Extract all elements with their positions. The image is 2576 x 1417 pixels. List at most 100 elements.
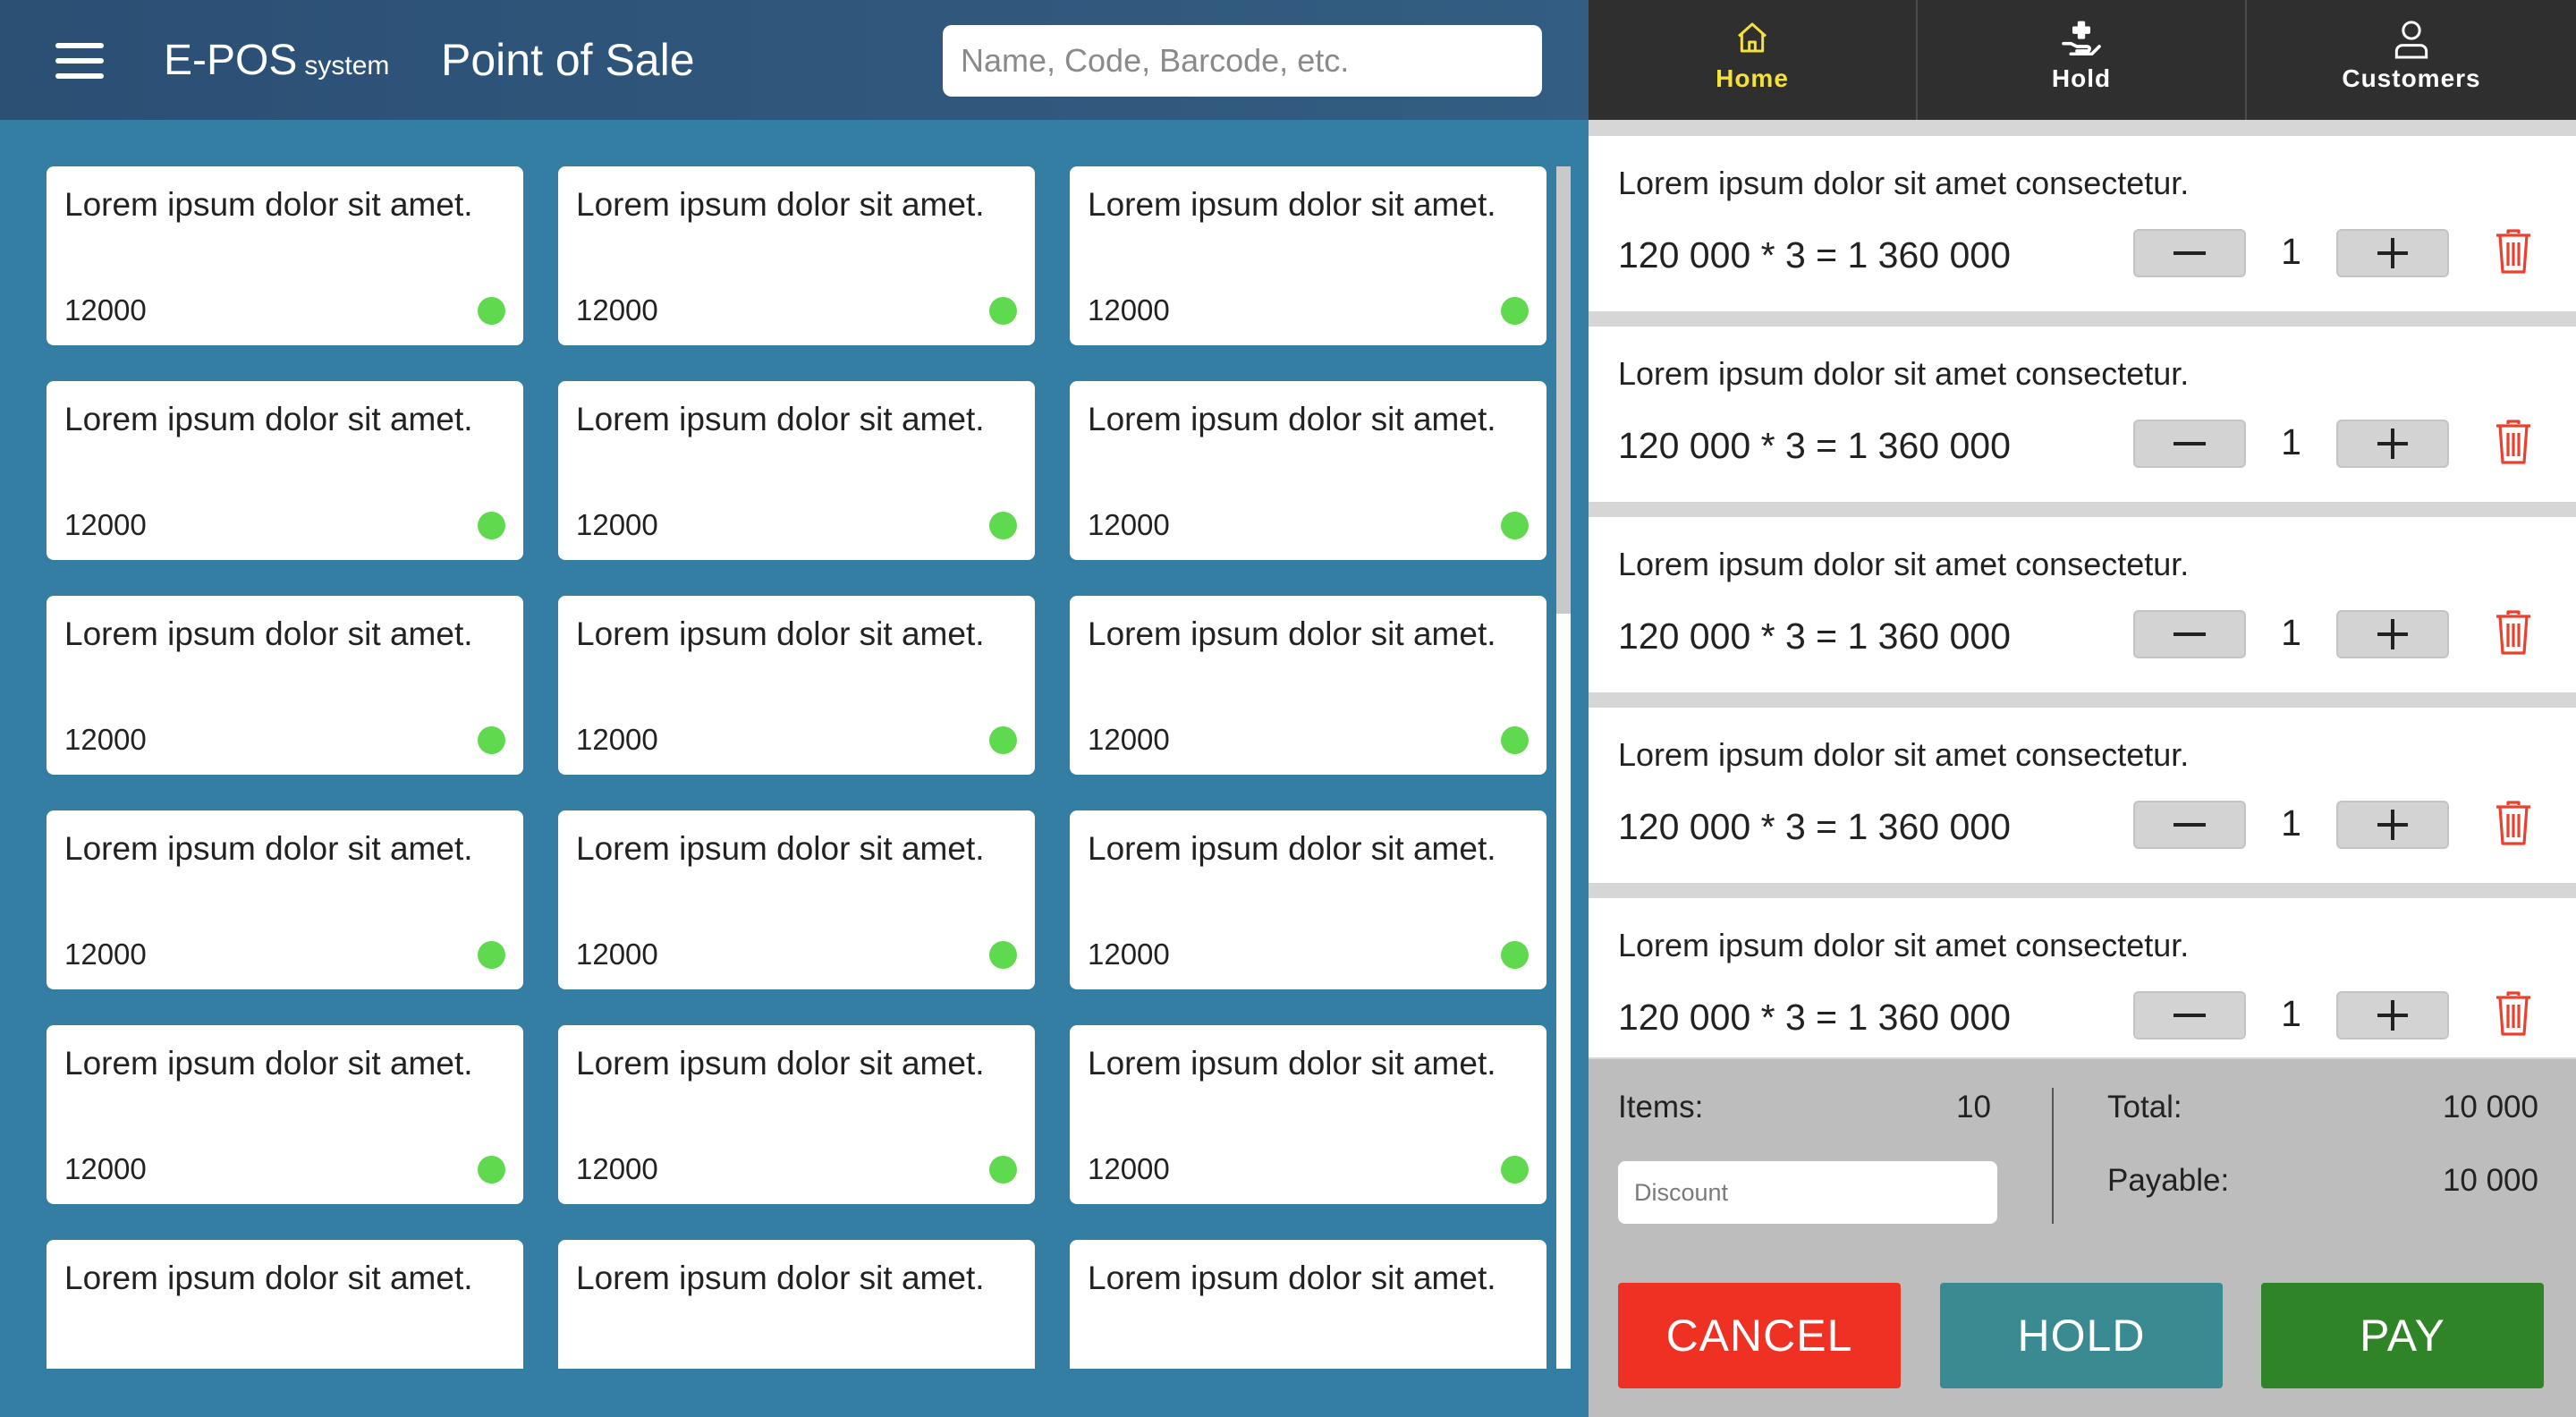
- stock-status-dot: [478, 1156, 505, 1184]
- product-price: 12000: [1088, 508, 1170, 541]
- stock-status-dot: [989, 512, 1017, 539]
- items-label: Items:: [1618, 1090, 1704, 1124]
- stock-status-dot: [1501, 512, 1529, 539]
- product-card[interactable]: Lorem ipsum dolor sit amet. 12000: [47, 166, 523, 345]
- product-price: 12000: [576, 293, 658, 327]
- product-name: Lorem ipsum dolor sit amet.: [1088, 1260, 1496, 1296]
- minus-icon: [2174, 1014, 2206, 1017]
- increase-quantity-button[interactable]: [2336, 801, 2449, 849]
- stock-status-dot: [478, 297, 505, 325]
- product-name: Lorem ipsum dolor sit amet.: [64, 401, 473, 437]
- product-price: 12000: [1088, 938, 1170, 971]
- product-card[interactable]: Lorem ipsum dolor sit amet. 12000: [47, 1025, 523, 1204]
- user-icon: [2394, 21, 2428, 59]
- trash-icon: [2496, 610, 2530, 655]
- product-card[interactable]: Lorem ipsum dolor sit amet. 12000: [558, 166, 1035, 345]
- product-card[interactable]: Lorem ipsum dolor sit amet. 12000: [47, 810, 523, 989]
- plus-icon: [2377, 428, 2408, 459]
- tab-customers[interactable]: Customers: [2247, 0, 2576, 120]
- stock-status-dot: [1501, 941, 1529, 969]
- product-card[interactable]: Lorem ipsum dolor sit amet. 12000: [47, 596, 523, 775]
- decrease-quantity-button[interactable]: [2133, 229, 2246, 277]
- cancel-button[interactable]: CANCEL: [1618, 1283, 1901, 1388]
- items-count: 10: [1956, 1090, 1991, 1124]
- remove-item-button[interactable]: [2495, 419, 2532, 465]
- remove-item-button[interactable]: [2495, 990, 2532, 1037]
- menu-icon[interactable]: [55, 43, 104, 79]
- stock-status-dot: [478, 726, 505, 754]
- product-search-input[interactable]: [943, 25, 1542, 97]
- remove-item-button[interactable]: [2495, 609, 2532, 656]
- product-name: Lorem ipsum dolor sit amet.: [1088, 830, 1496, 867]
- cart-item-name: Lorem ipsum dolor sit amet consectetur.: [1618, 736, 2190, 773]
- product-card[interactable]: Lorem ipsum dolor sit amet. 12000: [558, 596, 1035, 775]
- product-card[interactable]: Lorem ipsum dolor sit amet.: [47, 1240, 523, 1369]
- brand-logo: E-POS system: [164, 36, 389, 85]
- product-card[interactable]: Lorem ipsum dolor sit amet. 12000: [1070, 596, 1546, 775]
- stock-status-dot: [989, 726, 1017, 754]
- order-summary: Items: 10 Total: 10 000 Payable: 10 000 …: [1589, 1059, 2576, 1417]
- product-name: Lorem ipsum dolor sit amet.: [1088, 401, 1496, 437]
- hold-button[interactable]: HOLD: [1940, 1283, 2223, 1388]
- product-grid-scroll-thumb[interactable]: [1556, 166, 1571, 614]
- product-price: 12000: [64, 508, 147, 541]
- cart-item: Lorem ipsum dolor sit amet consectetur. 1…: [1589, 898, 2576, 1057]
- product-name: Lorem ipsum dolor sit amet.: [576, 1260, 985, 1296]
- stock-status-dot: [1501, 726, 1529, 754]
- plus-icon: [2377, 810, 2408, 840]
- product-card[interactable]: Lorem ipsum dolor sit amet.: [558, 1240, 1035, 1369]
- decrease-quantity-button[interactable]: [2133, 991, 2246, 1039]
- minus-icon: [2174, 442, 2206, 445]
- increase-quantity-button[interactable]: [2336, 991, 2449, 1039]
- tab-customers-label: Customers: [2342, 64, 2481, 92]
- quantity-value: 1: [2281, 802, 2301, 844]
- product-name: Lorem ipsum dolor sit amet.: [64, 186, 473, 223]
- cart-list: Lorem ipsum dolor sit amet consectetur. 1…: [1589, 136, 2576, 1057]
- decrease-quantity-button[interactable]: [2133, 801, 2246, 849]
- product-card[interactable]: Lorem ipsum dolor sit amet.: [1070, 1240, 1546, 1369]
- product-card[interactable]: Lorem ipsum dolor sit amet. 12000: [558, 381, 1035, 560]
- product-card[interactable]: Lorem ipsum dolor sit amet. 12000: [1070, 810, 1546, 989]
- product-card[interactable]: Lorem ipsum dolor sit amet. 12000: [47, 381, 523, 560]
- product-name: Lorem ipsum dolor sit amet.: [576, 401, 985, 437]
- pay-button[interactable]: PAY: [2261, 1283, 2544, 1388]
- product-card[interactable]: Lorem ipsum dolor sit amet. 12000: [558, 810, 1035, 989]
- product-card[interactable]: Lorem ipsum dolor sit amet. 12000: [1070, 166, 1546, 345]
- trash-icon: [2496, 991, 2530, 1036]
- product-name: Lorem ipsum dolor sit amet.: [576, 830, 985, 867]
- product-name: Lorem ipsum dolor sit amet.: [1088, 615, 1496, 652]
- tab-home[interactable]: Home: [1589, 0, 1918, 120]
- plus-icon: [2377, 238, 2408, 268]
- quantity-value: 1: [2281, 231, 2301, 272]
- product-price: 12000: [576, 508, 658, 541]
- cart-item: Lorem ipsum dolor sit amet consectetur. 1…: [1589, 517, 2576, 692]
- product-name: Lorem ipsum dolor sit amet.: [64, 830, 473, 867]
- quantity-value: 1: [2281, 993, 2301, 1034]
- cart-item-subtotal: 120 000 * 3 = 1 360 000: [1618, 615, 2011, 657]
- decrease-quantity-button[interactable]: [2133, 610, 2246, 658]
- top-bar: E-POS system Point of Sale: [0, 0, 1589, 120]
- product-card[interactable]: Lorem ipsum dolor sit amet. 12000: [1070, 381, 1546, 560]
- increase-quantity-button[interactable]: [2336, 420, 2449, 468]
- product-name: Lorem ipsum dolor sit amet.: [576, 1045, 985, 1082]
- product-price: 12000: [576, 1152, 658, 1185]
- home-icon: [1738, 22, 1767, 53]
- product-card[interactable]: Lorem ipsum dolor sit amet. 12000: [558, 1025, 1035, 1204]
- product-name: Lorem ipsum dolor sit amet.: [64, 1260, 473, 1296]
- stock-status-dot: [1501, 1156, 1529, 1184]
- trash-icon: [2496, 420, 2530, 464]
- cart-item: Lorem ipsum dolor sit amet consectetur. 1…: [1589, 327, 2576, 502]
- stock-status-dot: [989, 941, 1017, 969]
- increase-quantity-button[interactable]: [2336, 610, 2449, 658]
- tab-home-label: Home: [1716, 64, 1789, 92]
- cart-item: Lorem ipsum dolor sit amet consectetur. 1…: [1589, 708, 2576, 883]
- decrease-quantity-button[interactable]: [2133, 420, 2246, 468]
- product-card[interactable]: Lorem ipsum dolor sit amet. 12000: [1070, 1025, 1546, 1204]
- quantity-value: 1: [2281, 421, 2301, 462]
- remove-item-button[interactable]: [2495, 228, 2532, 275]
- tab-hold[interactable]: Hold: [1918, 0, 2247, 120]
- brand-subtitle: system: [304, 51, 390, 81]
- remove-item-button[interactable]: [2495, 800, 2532, 846]
- discount-input[interactable]: [1618, 1161, 1997, 1224]
- increase-quantity-button[interactable]: [2336, 229, 2449, 277]
